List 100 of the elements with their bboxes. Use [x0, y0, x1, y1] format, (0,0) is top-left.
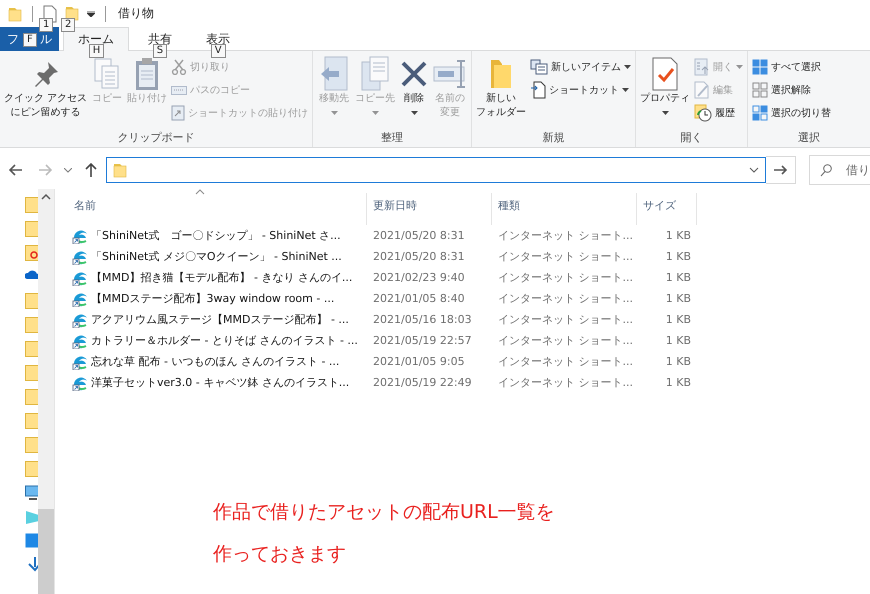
right-arrow-icon — [774, 165, 788, 175]
folder-icon[interactable] — [65, 4, 79, 20]
chevron-down-icon — [64, 168, 72, 172]
group-label: 整理 — [380, 130, 404, 146]
window-title: 借り物 — [118, 5, 154, 22]
keytip-badge: V — [210, 44, 226, 58]
folder-icon — [489, 59, 514, 89]
group-label: 開く — [680, 130, 704, 146]
table-cell-text: 2021/05/16 18:03 — [372, 313, 473, 326]
folder-icon — [25, 245, 38, 261]
forward-arrow-icon — [38, 164, 52, 176]
keytip-badge: H — [88, 44, 104, 58]
folder-icon — [8, 6, 22, 22]
file-name[interactable]: 【MMDステージ配布】3way window room - ... — [91, 291, 334, 306]
table-cell-text: インターネット ショート... — [497, 375, 634, 390]
scrollbar-thumb[interactable] — [38, 509, 54, 594]
ribbon-button[interactable]: クイック アクセス にピン留めする — [2, 54, 90, 130]
caret-icon — [410, 111, 418, 115]
shortcut-icon — [72, 270, 88, 286]
open-icon — [694, 58, 710, 76]
file-name[interactable]: アクアリウム風ステージ【MMDステージ配布】 - ... — [91, 312, 349, 327]
ribbon-button[interactable]: すべて選択 — [750, 56, 834, 77]
keytip-badge: S — [152, 44, 168, 58]
caret-icon — [662, 111, 669, 115]
scrollbar[interactable] — [38, 189, 55, 594]
annotation-text: 作っておきます — [213, 542, 347, 567]
computer-icon — [25, 485, 38, 501]
back-arrow-icon — [9, 164, 23, 176]
annotation-text: 作品で借りたアセットの配布URL一覧を — [213, 500, 555, 525]
edit-icon — [694, 80, 710, 98]
table-cell-text: 2021/05/19 22:49 — [372, 376, 473, 389]
group-label: 新規 — [542, 130, 566, 146]
table-cell-text: 1 KB — [664, 250, 692, 263]
dropdown-icon[interactable] — [749, 167, 759, 173]
ribbon-button[interactable]: 選択解除 — [750, 79, 834, 100]
search-field[interactable]: 借り — [809, 155, 870, 185]
column-header[interactable]: 名前 — [55, 193, 367, 225]
ribbon-button[interactable]: 削除 — [397, 54, 432, 130]
rename-icon — [433, 59, 468, 89]
shortcut-icon — [72, 374, 88, 390]
table-cell-text: 1 KB — [664, 334, 692, 347]
table-cell-text: 1 KB — [664, 292, 692, 305]
address-field[interactable] — [106, 157, 766, 183]
column-header[interactable]: 更新日時 — [367, 193, 492, 225]
table-cell-text: 2021/01/05 9:05 — [372, 355, 466, 368]
ribbon-button[interactable]: ショートカット — [528, 79, 634, 100]
ribbon-button[interactable]: 履歴 — [692, 102, 746, 123]
new-shortcut-icon — [530, 80, 546, 98]
caret-icon — [736, 64, 744, 68]
group-label: クリップボード — [116, 130, 196, 146]
table-cell-text: 2021/05/20 8:31 — [372, 229, 466, 242]
path-icon — [171, 84, 188, 96]
caret-icon — [624, 64, 632, 68]
file-name[interactable]: 「ShiniNet式 メジ〇マOクイーン」 - ShiniNet ... — [91, 249, 342, 264]
shortcut-icon — [72, 332, 88, 348]
dropdown-icon[interactable] — [87, 10, 95, 16]
table-cell-text: インターネット ショート... — [497, 249, 634, 264]
table-cell-text: 2021/01/05 8:40 — [372, 292, 466, 305]
select-none-icon — [752, 82, 768, 98]
file-tab[interactable]: フ F ル — [0, 27, 59, 51]
properties-icon — [650, 56, 680, 92]
shortcut-icon — [72, 312, 88, 328]
invert-selection-icon — [752, 104, 768, 120]
table-cell-text: インターネット ショート... — [497, 270, 634, 285]
sort-icon — [195, 189, 205, 195]
table-cell-text: 2021/02/23 9:40 — [372, 271, 466, 284]
select-all-icon — [752, 58, 768, 74]
keytip-badge: 2 — [61, 18, 76, 32]
table-cell-text: 1 KB — [664, 271, 692, 284]
shortcut-icon — [171, 104, 186, 120]
up-arrow-icon — [85, 163, 97, 177]
ribbon-button[interactable]: プロパティ — [638, 54, 692, 130]
file-name[interactable]: 「ShiniNet式 ゴー〇ドシップ」 - ShiniNet さ... — [91, 228, 341, 243]
group-label: 選択 — [797, 130, 822, 146]
file-name[interactable]: 洋菓子セットver3.0 - キャベツ鉢 さんのイラスト... — [91, 375, 350, 390]
table-cell-text: 1 KB — [664, 376, 692, 389]
file-name[interactable]: 【MMD】招き猫【モデル配布】 - きなり さんのイ... — [91, 270, 352, 285]
go-button[interactable] — [766, 156, 796, 184]
column-header[interactable]: 種類 — [492, 193, 637, 225]
ribbon-button[interactable]: 新しいアイテム — [528, 56, 634, 77]
shortcut-icon — [72, 290, 88, 306]
caret-icon — [622, 88, 630, 92]
ribbon-button[interactable]: 選択の切り替 — [750, 102, 834, 123]
search-icon — [820, 164, 832, 176]
ribbon-button[interactable]: 新しい フォルダー — [474, 54, 528, 130]
new-item-icon — [530, 58, 548, 74]
table-cell-text: インターネット ショート... — [497, 228, 634, 243]
caret-icon — [330, 111, 338, 115]
table-cell-text: インターネット ショート... — [497, 291, 634, 306]
caret-icon — [372, 111, 379, 115]
file-name[interactable]: カトラリー＆ホルダー - とりそば さんのイラスト - ... — [91, 333, 358, 348]
folder-icon — [113, 162, 127, 178]
table-cell-text: 1 KB — [664, 229, 692, 242]
shortcut-icon — [72, 248, 88, 264]
table-cell-text: 2021/05/20 8:31 — [372, 250, 466, 263]
column-header[interactable]: サイズ — [637, 193, 697, 225]
table-cell-text: インターネット ショート... — [497, 333, 634, 348]
table-cell-text: インターネット ショート... — [497, 354, 634, 369]
file-name[interactable]: 忘れな草 配布 - いつものほん さんのイラスト - ... — [91, 354, 340, 369]
cloud-icon — [25, 269, 38, 279]
